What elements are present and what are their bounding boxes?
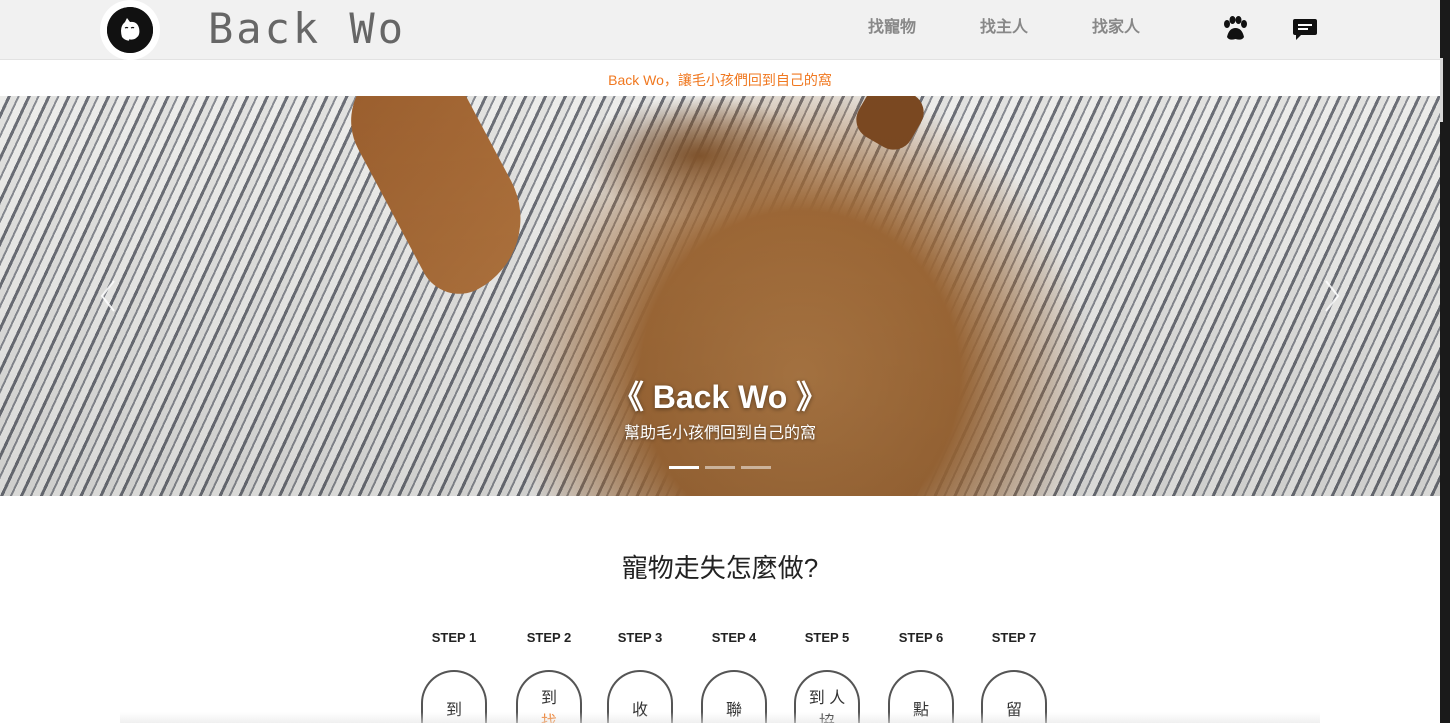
- chat-icon[interactable]: [1290, 14, 1320, 44]
- step-2[interactable]: STEP 2 到 找: [514, 628, 584, 723]
- carousel-prev-button[interactable]: [88, 276, 128, 316]
- step-label: STEP 2: [526, 630, 572, 645]
- step-label: STEP 6: [898, 630, 944, 645]
- step-6[interactable]: STEP 6 點: [886, 628, 956, 723]
- carousel-indicator[interactable]: [669, 466, 699, 469]
- carousel-indicators: [669, 466, 771, 469]
- window-edge: [1440, 0, 1450, 723]
- nav-find-pet[interactable]: 找寵物: [868, 16, 916, 40]
- step-5[interactable]: STEP 5 到 人 協: [792, 628, 862, 723]
- nav-find-owner[interactable]: 找主人: [980, 16, 1028, 40]
- cat-logo-icon: [107, 7, 153, 53]
- carousel-indicator[interactable]: [741, 466, 771, 469]
- carousel-indicator[interactable]: [705, 466, 735, 469]
- step-label: STEP 5: [804, 630, 850, 645]
- step-text: 到 人: [808, 690, 846, 707]
- brand-name[interactable]: Back Wo: [208, 4, 406, 54]
- bottom-shadow: [120, 712, 1320, 723]
- step-label: STEP 4: [711, 630, 757, 645]
- step-label: STEP 3: [617, 630, 663, 645]
- chevron-left-icon: [100, 280, 115, 312]
- scrollbar-thumb[interactable]: [1440, 58, 1443, 122]
- logo[interactable]: [100, 0, 160, 60]
- step-3[interactable]: STEP 3 收: [605, 628, 675, 723]
- nav-find-family[interactable]: 找家人: [1092, 16, 1140, 40]
- announcement-bar: Back Wo，讓毛小孩們回到自己的窩: [0, 61, 1440, 96]
- hero-title: 《 Back Wo 》: [611, 379, 829, 415]
- step-label: STEP 7: [991, 630, 1037, 645]
- step-7[interactable]: STEP 7 留: [979, 628, 1049, 723]
- hero-carousel: 《 Back Wo 》 幫助毛小孩們回到自己的窩: [0, 96, 1440, 496]
- section-title: 寵物走失怎麼做?: [621, 553, 819, 583]
- step-label: STEP 1: [431, 630, 477, 645]
- navbar: Back Wo 找寵物 找主人 找家人: [0, 0, 1440, 60]
- paw-icon[interactable]: [1220, 14, 1250, 44]
- step-text: 到: [540, 690, 557, 707]
- carousel-next-button[interactable]: [1312, 276, 1352, 316]
- page: Back Wo 找寵物 找主人 找家人 Back Wo，讓毛小孩們回到自己的窩: [0, 0, 1440, 723]
- hero-subtitle: 幫助毛小孩們回到自己的窩: [623, 425, 816, 442]
- step-1[interactable]: STEP 1 到: [419, 628, 489, 723]
- chevron-right-icon: [1325, 280, 1340, 312]
- step-4[interactable]: STEP 4 聯: [699, 628, 769, 723]
